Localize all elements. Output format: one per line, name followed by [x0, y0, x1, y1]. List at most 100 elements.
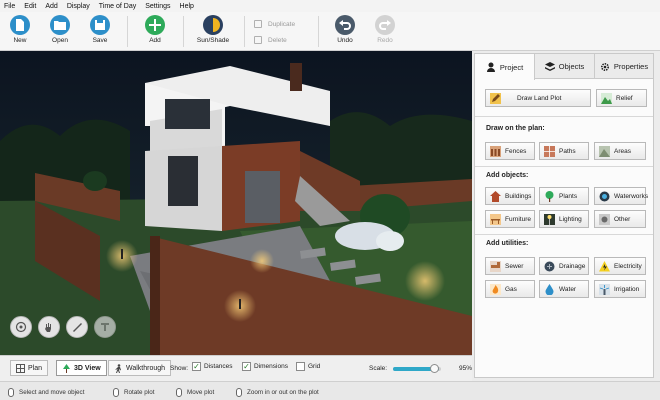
empty-checkbox-icon: [296, 362, 305, 371]
new-button[interactable]: New: [0, 14, 40, 49]
status-bar: Select and move object Rotate plot Move …: [0, 381, 660, 400]
menu-settings[interactable]: Settings: [145, 3, 170, 10]
tab-properties[interactable]: Properties: [595, 54, 653, 79]
status-hint-select: Select and move object: [8, 388, 84, 397]
measure-button[interactable]: [66, 316, 88, 338]
menu-help[interactable]: Help: [180, 3, 194, 10]
toolbar-separator: [318, 16, 319, 47]
gas-button[interactable]: Gas: [485, 280, 535, 298]
delete-button[interactable]: Delete: [254, 34, 287, 46]
scale-slider-handle[interactable]: [430, 364, 440, 373]
orbit-button[interactable]: [10, 316, 32, 338]
furniture-button[interactable]: Furniture: [485, 210, 535, 228]
new-file-icon: [10, 15, 30, 35]
dimensions-checkbox[interactable]: ✓ Dimensions: [242, 362, 288, 371]
draw-on-plan-title: Draw on the plan:: [486, 125, 545, 132]
lighting-label: Lighting: [559, 215, 582, 223]
plan-view-tab[interactable]: Plan: [10, 360, 49, 376]
bench-icon: [490, 213, 501, 225]
other-label: Other: [614, 215, 631, 223]
checkmark-icon: ✓: [192, 361, 201, 371]
lighting-button[interactable]: Lighting: [539, 210, 589, 228]
sewer-button[interactable]: Sewer: [485, 257, 535, 275]
relief-button[interactable]: Relief: [596, 89, 647, 107]
menu-add[interactable]: Add: [45, 3, 57, 10]
distances-checkbox[interactable]: ✓ Distances: [192, 362, 233, 371]
status-hint-rotate-text: Rotate plot: [124, 389, 155, 396]
save-button[interactable]: Save: [80, 14, 120, 49]
path-tiles-icon: [544, 145, 555, 157]
lamp-icon: [544, 213, 555, 225]
pan-button[interactable]: [38, 316, 60, 338]
new-label: New: [13, 37, 27, 44]
tab-objects[interactable]: Objects: [535, 54, 595, 79]
drainage-label: Drainage: [559, 262, 586, 270]
redo-label: Redo: [377, 37, 393, 44]
open-label: Open: [52, 37, 68, 44]
orbit-icon: [15, 321, 27, 333]
sun-shade-button[interactable]: Sun/Shade: [193, 14, 233, 49]
pencil-plot-icon: [490, 92, 501, 104]
duplicate-button[interactable]: Duplicate: [254, 18, 295, 30]
add-button[interactable]: Add: [135, 14, 175, 49]
plants-button[interactable]: Plants: [539, 187, 589, 205]
walkthrough-label: Walkthrough: [126, 364, 166, 372]
3d-view-tab[interactable]: 3D View: [56, 360, 107, 376]
menu-time-of-day[interactable]: Time of Day: [99, 3, 136, 10]
3d-view-label: 3D View: [74, 364, 101, 372]
fences-button[interactable]: Fences: [485, 142, 535, 160]
delete-label: Delete: [268, 36, 287, 44]
fence-icon: [490, 145, 501, 157]
lightning-warning-icon: [599, 260, 610, 271]
sewer-label: Sewer: [505, 262, 524, 270]
drainage-button[interactable]: Drainage: [539, 257, 589, 275]
duplicate-label: Duplicate: [268, 20, 296, 28]
scale-slider[interactable]: [393, 364, 441, 373]
furniture-label: Furniture: [505, 215, 532, 223]
3d-scene: [0, 51, 472, 355]
text-tool-icon: [101, 323, 109, 331]
walkthrough-tab[interactable]: Walkthrough: [108, 360, 172, 376]
text-button[interactable]: [94, 316, 116, 338]
gas-label: Gas: [505, 285, 517, 293]
menu-display[interactable]: Display: [67, 3, 90, 10]
buildings-button[interactable]: Buildings: [485, 187, 535, 205]
undo-button[interactable]: Undo: [325, 14, 365, 49]
tree-3d-icon: [63, 363, 70, 373]
electricity-button[interactable]: Electricity: [594, 257, 646, 275]
flame-icon: [490, 283, 501, 295]
status-hint-move: Move plot: [176, 388, 214, 397]
view-bar: Plan 3D View Walkthrough Show: ✓ Distanc…: [0, 355, 472, 381]
toolbar-separator: [244, 16, 245, 47]
menu-file[interactable]: File: [4, 3, 15, 10]
scale-label: Scale:: [369, 365, 388, 372]
draw-land-plot-label: Draw Land Plot: [517, 94, 562, 102]
other-button[interactable]: Other: [594, 210, 646, 228]
fences-label: Fences: [505, 147, 527, 155]
duplicate-icon: [254, 20, 262, 28]
paths-label: Paths: [559, 147, 576, 155]
trash-icon: [254, 36, 262, 44]
open-button[interactable]: Open: [40, 14, 80, 49]
house-icon: [490, 190, 501, 202]
water-button[interactable]: Water: [539, 280, 589, 298]
mouse-middle-icon: [176, 388, 182, 397]
water-label: Water: [559, 285, 577, 293]
sewer-pipe-icon: [490, 260, 501, 272]
3d-viewport[interactable]: [0, 51, 472, 355]
draw-land-plot-button[interactable]: Draw Land Plot: [485, 89, 591, 107]
menu-edit[interactable]: Edit: [24, 3, 36, 10]
save-label: Save: [92, 37, 108, 44]
folder-icon: [50, 15, 70, 35]
undo-icon: [335, 15, 355, 35]
areas-button[interactable]: Areas: [594, 142, 646, 160]
tab-project[interactable]: Project: [475, 54, 535, 80]
grid-checkbox[interactable]: Grid: [296, 362, 320, 371]
redo-button[interactable]: Redo: [365, 14, 405, 49]
other-objects-icon: [599, 213, 610, 225]
navigation-buttons: [10, 316, 116, 338]
paths-button[interactable]: Paths: [539, 142, 589, 160]
irrigation-button[interactable]: Irrigation: [594, 280, 646, 298]
add-label: Add: [149, 37, 161, 44]
waterworks-button[interactable]: Waterworks: [594, 187, 648, 205]
